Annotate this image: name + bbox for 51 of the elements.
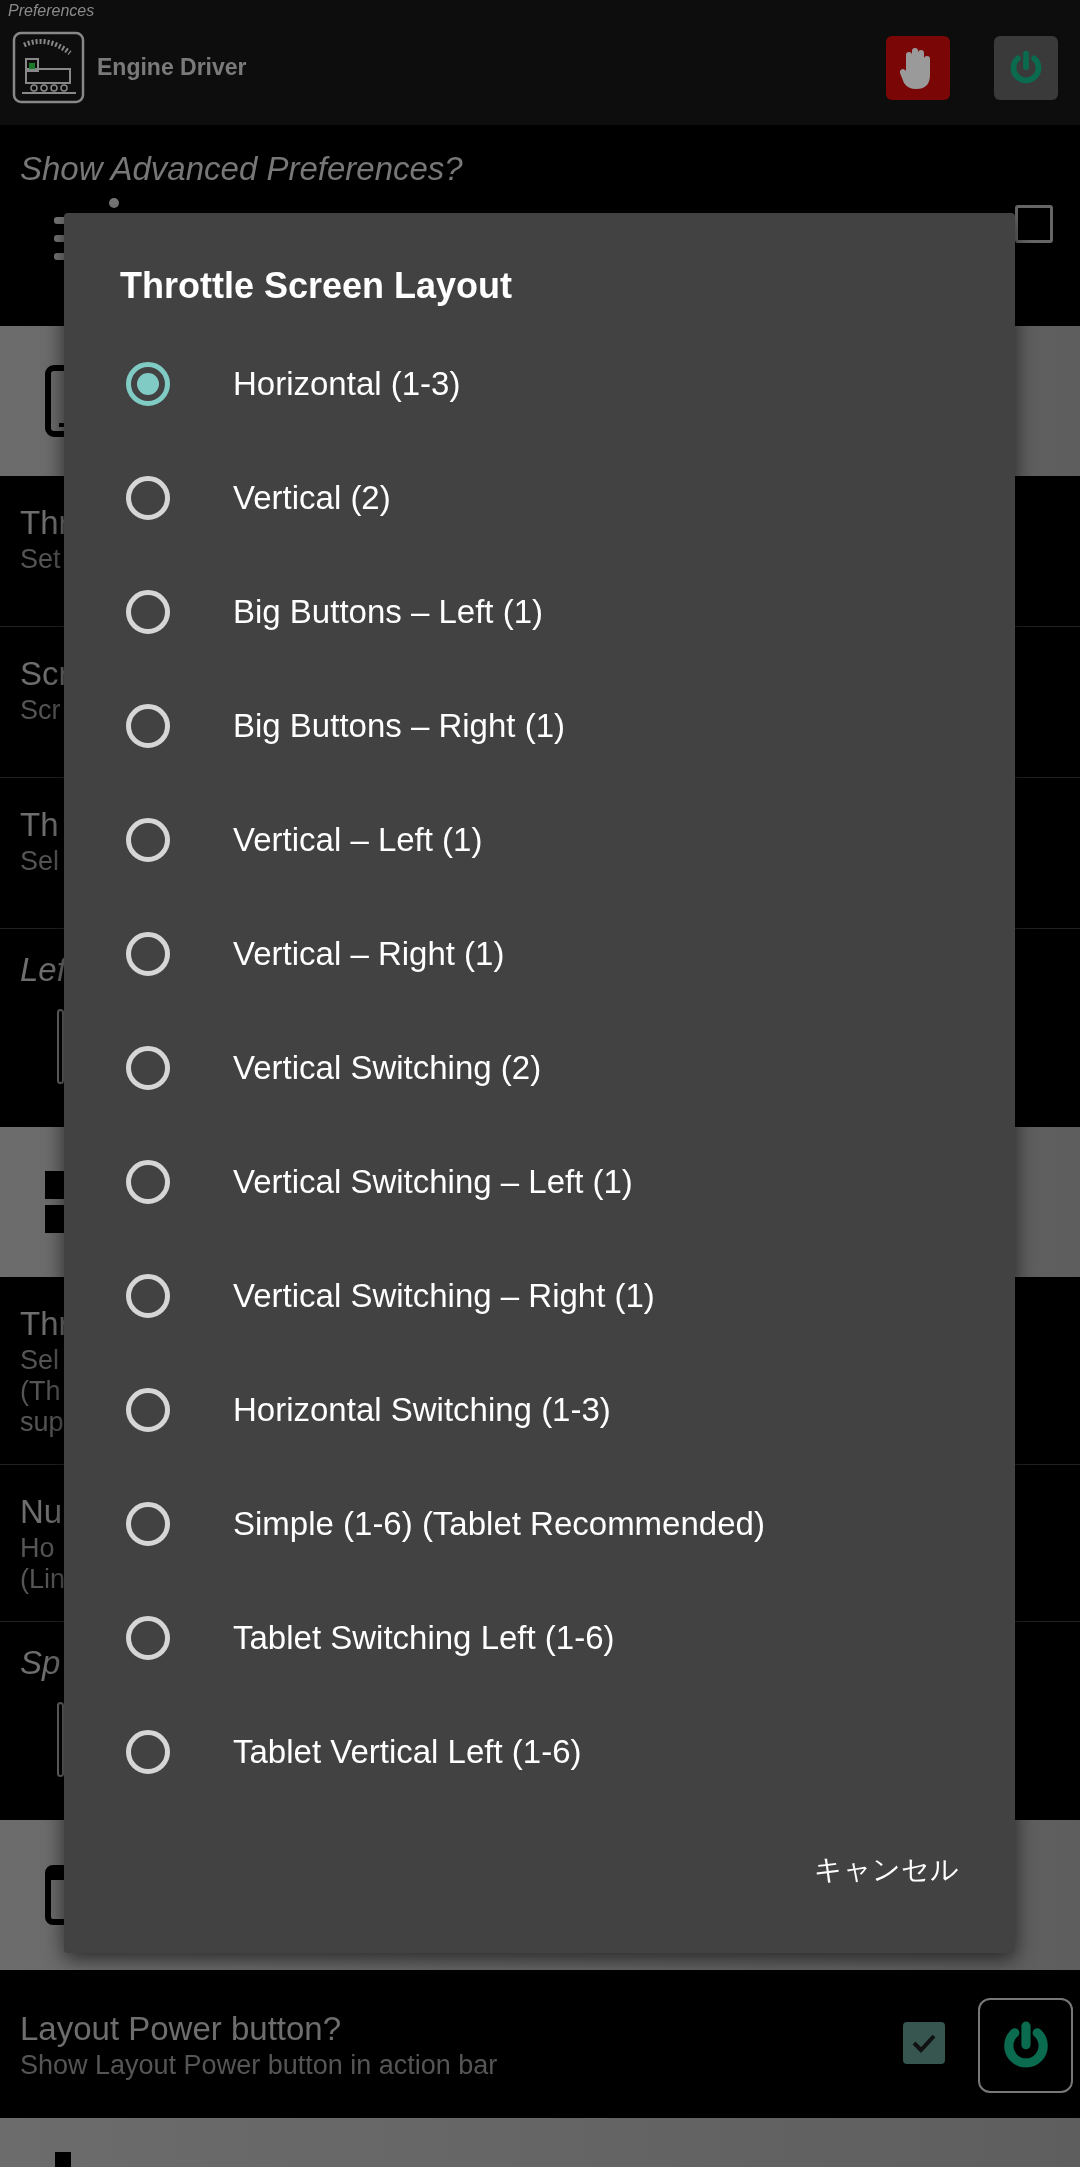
preference-summary: Ho [20, 1533, 55, 1564]
preference-summary: (Lin [20, 1564, 66, 1595]
preference-summary: Show Layout Power button in action bar [20, 2050, 498, 2081]
layout-option[interactable]: Vertical Switching – Left (1) [64, 1125, 1015, 1239]
layout-option[interactable]: Tablet Vertical Left (1-6) [64, 1695, 1015, 1809]
layout-option[interactable]: Big Buttons – Left (1) [64, 555, 1015, 669]
preference-summary: sup [20, 1407, 64, 1438]
tablet-icon [45, 365, 64, 437]
preference-title: Show Advanced Preferences? [20, 150, 463, 188]
dialog-title: Throttle Screen Layout [120, 265, 513, 306]
preference-title: Sp [20, 1643, 61, 1683]
radio-button[interactable] [126, 1046, 170, 1090]
radio-button[interactable] [126, 818, 170, 862]
radio-button[interactable] [126, 1160, 170, 1204]
layout-option[interactable]: Vertical – Right (1) [64, 897, 1015, 1011]
layout-option[interactable]: Vertical – Left (1) [64, 783, 1015, 897]
radio-button[interactable] [126, 704, 170, 748]
emergency-stop-button[interactable] [886, 35, 950, 100]
radio-button[interactable] [126, 1502, 170, 1546]
layout-option[interactable]: Horizontal Switching (1-3) [64, 1353, 1015, 1467]
preference-summary: Scr [20, 695, 61, 726]
layout-option[interactable]: Vertical Switching (2) [64, 1011, 1015, 1125]
preference-summary: Sel [20, 1345, 60, 1376]
window-icon [45, 1865, 64, 1925]
preference-summary: Set [20, 544, 61, 575]
layout-option[interactable]: Big Buttons – Right (1) [64, 669, 1015, 783]
preference-summary: (Th [20, 1376, 61, 1407]
layout-option[interactable]: Horizontal (1-3) [64, 327, 1015, 441]
cancel-button[interactable]: キャンセル [798, 1839, 975, 1901]
app-title: Engine Driver [97, 54, 247, 81]
radio-button[interactable] [126, 362, 170, 406]
locomotive-logo-icon [12, 31, 85, 104]
checkbox[interactable] [903, 2022, 945, 2064]
screen-subtitle: Preferences [8, 2, 95, 20]
layout-option[interactable]: Vertical (2) [64, 441, 1015, 555]
radio-button[interactable] [126, 1388, 170, 1432]
radio-button[interactable] [126, 1730, 170, 1774]
radio-button[interactable] [126, 1616, 170, 1660]
layout-option[interactable]: Simple (1-6) (Tablet Recommended) [64, 1467, 1015, 1581]
radio-button[interactable] [126, 476, 170, 520]
preference-title: Nu [20, 1492, 63, 1532]
preference-title: Th [20, 805, 59, 845]
power-button[interactable] [978, 1998, 1073, 2093]
radio-button[interactable] [126, 932, 170, 976]
power-button[interactable] [994, 35, 1058, 100]
preference-title: Layout Power button? [20, 2009, 342, 2049]
radio-button[interactable] [126, 1274, 170, 1318]
layout-option[interactable]: Vertical Switching – Right (1) [64, 1239, 1015, 1353]
radio-button[interactable] [126, 590, 170, 634]
preference-summary: Sel [20, 846, 60, 877]
layout-option[interactable]: Tablet Switching Left (1-6) [64, 1581, 1015, 1695]
